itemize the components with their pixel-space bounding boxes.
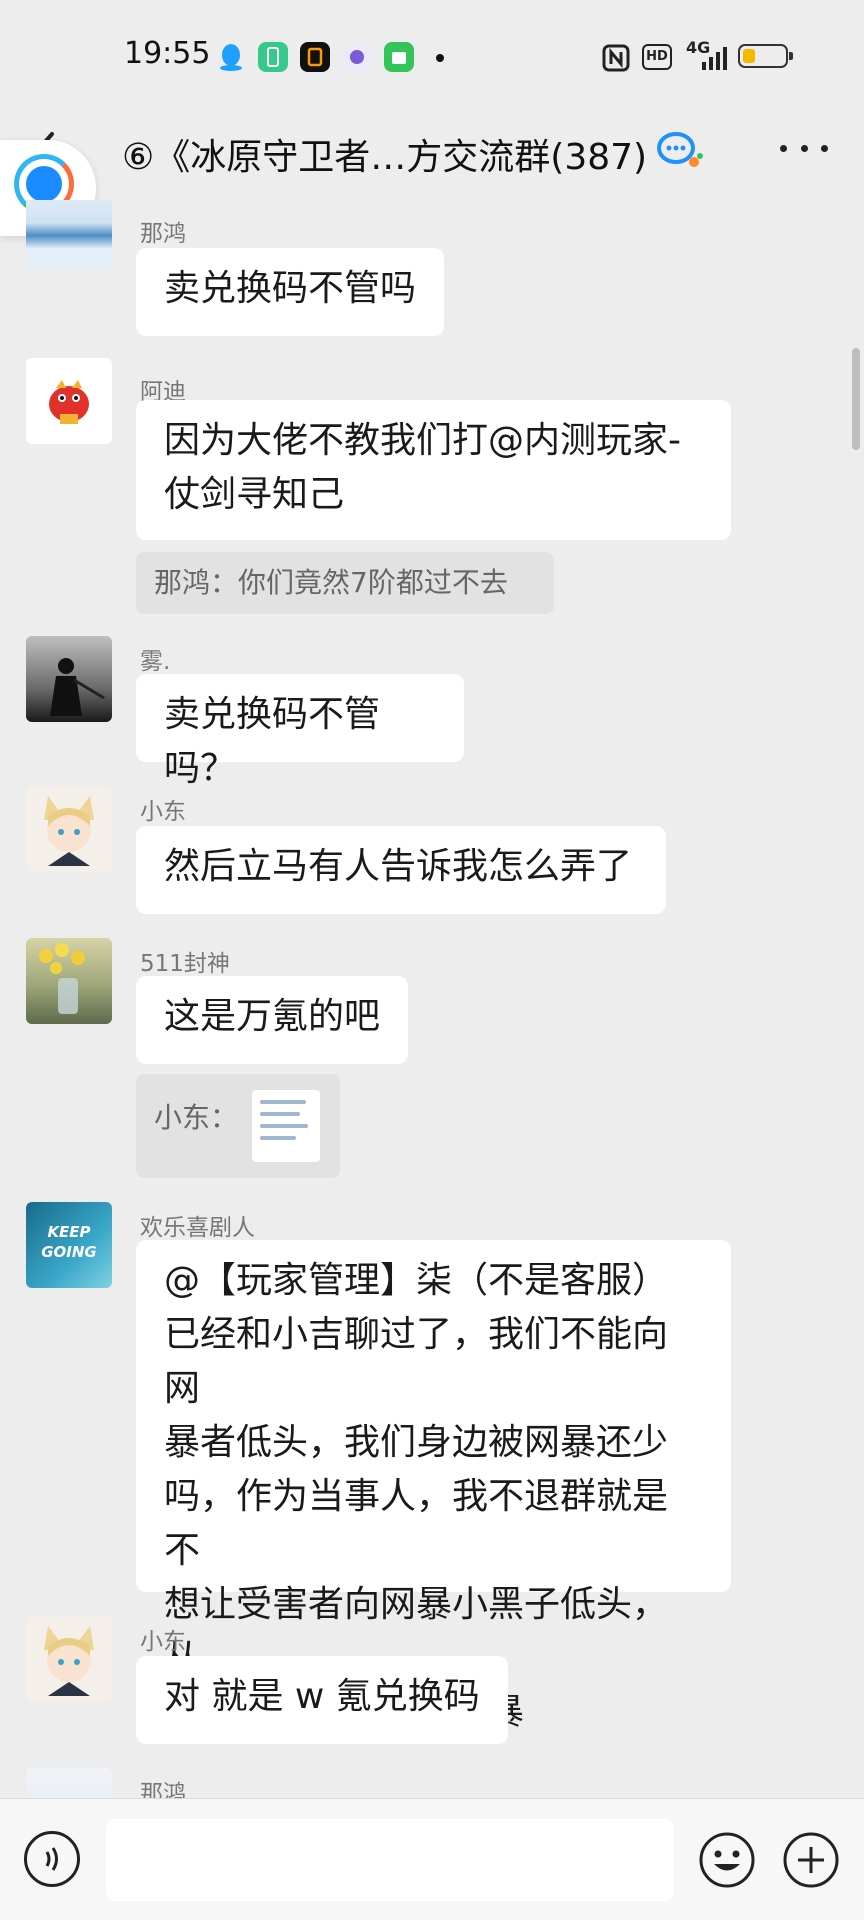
sender-name: 小东 <box>140 799 186 825</box>
sender-name: 小东 <box>140 1629 186 1655</box>
message-bubble[interactable]: 这是万氪的吧 <box>136 976 408 1064</box>
message-bubble[interactable]: 然后立马有人告诉我怎么弄了 <box>136 826 666 914</box>
more-notifications-dot <box>436 54 444 62</box>
plus-icon[interactable] <box>782 1831 840 1889</box>
warrior-avatar[interactable] <box>26 636 112 722</box>
message-bubble[interactable]: 卖兑换码不管吗 <box>136 248 444 336</box>
sender-name: 那鸿 <box>140 221 186 247</box>
message-line: 吗，作为当事人，我不退群就是不 <box>164 1476 669 1571</box>
signal-icon <box>700 46 730 76</box>
hd-badge: HD <box>642 44 672 70</box>
quote-sender-label: 小东： <box>154 1101 239 1134</box>
voice-icon[interactable] <box>24 1831 80 1887</box>
group-title[interactable]: ⑥《冰原守卫者…方交流群(387) <box>122 128 647 180</box>
keep-going-avatar[interactable]: KEEP GOING <box>26 1202 112 1288</box>
sender-name: 雾. <box>140 649 171 675</box>
message-line: 暴者低头，我们身边被网暴还少 <box>164 1422 669 1463</box>
chat-screen: 19:55 HD 4G ⑥《冰原守卫者…方交流群(387) 那鸿 卖兑换码不管吗… <box>0 0 864 1920</box>
store-icon <box>384 42 414 72</box>
avatar-text: KEEP GOING <box>41 1223 97 1261</box>
status-time: 19:55 <box>124 36 211 71</box>
anime-boy-avatar[interactable] <box>26 1616 112 1702</box>
message-bubble[interactable]: 对 就是 w 氪兑换码 <box>136 1656 508 1744</box>
group-chat-icon[interactable] <box>656 130 706 178</box>
more-dot <box>780 144 787 152</box>
message-list[interactable]: 那鸿 卖兑换码不管吗 阿迪 因为大佬不教我们打@内测玩家- 仗剑寻知己 那鸿：你… <box>0 200 864 1798</box>
blue-ocean-avatar[interactable] <box>26 1768 112 1798</box>
more-dot <box>821 144 828 152</box>
nfc-icon <box>602 44 630 76</box>
sender-name: 511封神 <box>140 951 230 977</box>
anime-boy-avatar[interactable] <box>26 786 112 872</box>
notes-icon <box>300 42 330 72</box>
status-bar: 19:55 HD 4G <box>0 0 864 110</box>
qq-icon <box>216 42 246 72</box>
sender-name: 欢乐喜剧人 <box>140 1215 255 1241</box>
phone-manager-icon <box>258 42 288 72</box>
flowers-avatar[interactable] <box>26 938 112 1024</box>
blue-ocean-avatar[interactable] <box>26 200 112 270</box>
red-dragon-avatar[interactable] <box>26 358 112 444</box>
chat-header: ⑥《冰原守卫者…方交流群(387) <box>0 110 864 202</box>
more-dot <box>800 144 808 152</box>
message-line: 已经和小吉聊过了，我们不能向网 <box>164 1314 669 1409</box>
sender-name: 那鸿 <box>140 1781 186 1798</box>
reply-quote-image[interactable]: 小东： <box>136 1074 340 1178</box>
scrollbar[interactable] <box>852 348 860 450</box>
message-line: @【玩家管理】柒（不是客服） <box>164 1260 669 1301</box>
reply-quote[interactable]: 那鸿：你们竟然7阶都过不去 <box>136 552 554 614</box>
message-input[interactable] <box>106 1819 674 1901</box>
battery-icon <box>738 44 793 68</box>
message-bubble[interactable]: 因为大佬不教我们打@内测玩家- 仗剑寻知己 <box>136 400 731 540</box>
message-icon <box>342 42 372 72</box>
qq-penguin <box>26 166 62 202</box>
screenshot-thumbnail[interactable] <box>252 1090 320 1162</box>
emoji-icon[interactable] <box>698 1831 756 1889</box>
message-line: 仗剑寻知己 <box>164 474 345 515</box>
message-line: 因为大佬不教我们打@内测玩家- <box>164 420 681 461</box>
input-bar <box>0 1798 864 1920</box>
message-bubble[interactable]: @【玩家管理】柒（不是客服） 已经和小吉聊过了，我们不能向网 暴者低头，我们身边… <box>136 1240 731 1733</box>
battery-level <box>743 49 755 63</box>
message-bubble[interactable]: 卖兑换码不管吗？ <box>136 674 464 789</box>
more-options-button[interactable] <box>780 138 828 158</box>
